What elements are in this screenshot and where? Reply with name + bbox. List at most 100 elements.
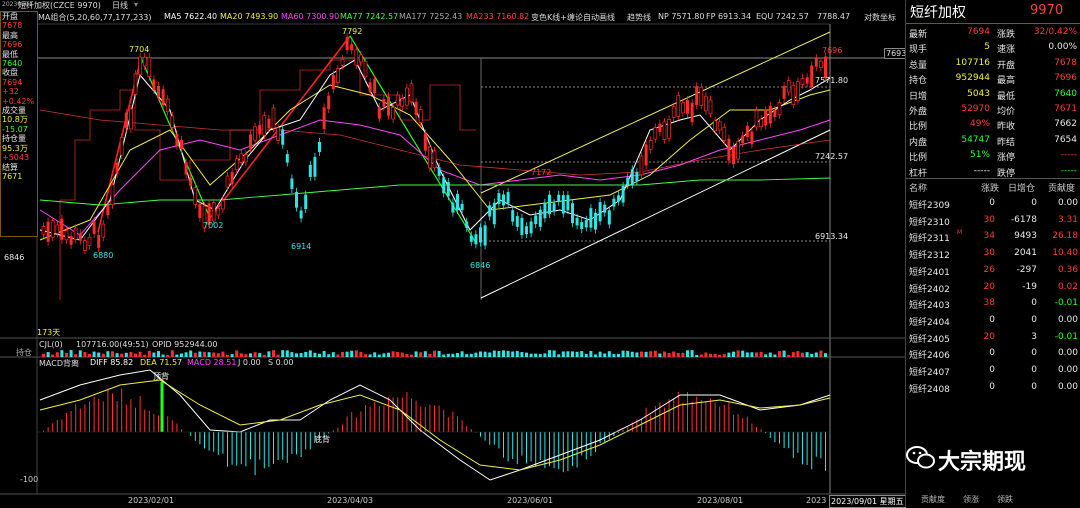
candle-body xyxy=(571,203,574,224)
table-row[interactable]: 短纤2310 30 -6178 3.31 xyxy=(906,213,1080,230)
volume-bar xyxy=(713,353,717,357)
volume-bar xyxy=(364,354,367,357)
table-row[interactable]: 短纤2312 30 2041 10.40 xyxy=(906,246,1080,263)
oi-cell: -19 xyxy=(1022,281,1037,292)
volume-bar xyxy=(566,351,570,357)
change-cell: 0 xyxy=(989,348,995,359)
candle-body xyxy=(41,226,46,235)
volume-indicator-label[interactable]: CJL(0) xyxy=(39,340,63,349)
volume-bar xyxy=(129,352,133,357)
candle-body xyxy=(331,74,335,90)
volume-bar xyxy=(51,354,55,357)
volume-bar xyxy=(295,353,298,357)
volume-bar xyxy=(414,351,418,357)
tab-contribution[interactable]: 贡献度 xyxy=(921,494,945,505)
candle-body xyxy=(456,193,459,211)
col-name[interactable]: 名称 xyxy=(909,181,927,194)
candle-body xyxy=(469,235,473,242)
tab-leading-up[interactable]: 领涨 xyxy=(963,494,979,505)
candle-body xyxy=(791,85,796,106)
volume-bar xyxy=(405,353,409,357)
candle-body xyxy=(511,210,515,222)
volume-bar xyxy=(101,353,105,357)
contrib-cell: 0.00 xyxy=(1057,381,1078,392)
oi-cell: -297 xyxy=(1016,264,1037,275)
oi-cell: 9493 xyxy=(1014,231,1037,242)
candle-body xyxy=(368,82,372,93)
contrib-cell: 0.00 xyxy=(1057,348,1078,359)
candle-body xyxy=(717,121,722,131)
volume-bar xyxy=(681,352,685,357)
table-row[interactable]: 短纤2309 0 0 0.00 xyxy=(906,196,1080,213)
change-cell: 38 xyxy=(983,298,995,309)
candle-body xyxy=(359,54,363,63)
col-contrib[interactable]: 贡献度 xyxy=(1048,181,1075,194)
col-oi[interactable]: 日增仓 xyxy=(1008,181,1035,194)
candle-body xyxy=(276,127,280,141)
volume-bar xyxy=(152,352,156,357)
volume-bar xyxy=(520,352,524,357)
volume-bar xyxy=(180,353,183,357)
quote-label: 比例 xyxy=(909,153,928,164)
change-cell: 20 xyxy=(983,281,995,292)
quote-label: 跌停 xyxy=(997,168,1016,179)
volume-bar xyxy=(791,352,795,357)
volume-bar xyxy=(653,350,657,357)
quote-panel: 短纤加权 9970 最新 7694 涨跌 32/0.42% 现手 5 速涨 0.00% 总量 10… xyxy=(905,0,1080,507)
volume-bar xyxy=(391,351,395,357)
candle-body xyxy=(465,221,469,228)
table-row[interactable]: 短纤2402 20 -19 0.02 xyxy=(906,280,1080,297)
watermark: 大宗期现 xyxy=(905,440,1080,480)
table-row[interactable]: 短纤2405 20 3 -0.01 xyxy=(906,330,1080,347)
macd-indicator-label[interactable]: MACD背离 xyxy=(39,358,79,369)
candle-body xyxy=(750,131,754,145)
contrib-cell: -0.01 xyxy=(1054,298,1078,309)
candle-body xyxy=(234,158,239,171)
col-change[interactable]: 涨跌 xyxy=(981,181,999,194)
contract-name: 短纤2401 xyxy=(909,267,950,278)
candle-body xyxy=(78,233,82,241)
date-label-3: 2023/06/01 xyxy=(507,496,554,505)
candle-body xyxy=(814,58,818,67)
volume-bar xyxy=(111,351,114,357)
volume-bar xyxy=(621,350,625,357)
volume-bar xyxy=(552,350,556,357)
volume-bar xyxy=(198,351,202,357)
volume-bar xyxy=(74,354,78,357)
volume-bar xyxy=(419,352,423,357)
table-row[interactable]: 短纤2401 26 -297 0.36 xyxy=(906,263,1080,280)
quote-row: 日增 5043 最低 7640 xyxy=(906,87,1080,103)
tab-leading-down[interactable]: 领跌 xyxy=(997,494,1013,505)
table-row[interactable]: 短纤2404 0 0 0.00 xyxy=(906,313,1080,330)
quote-row: 最新 7694 涨跌 32/0.42% xyxy=(906,25,1080,41)
kline-chart[interactable] xyxy=(0,0,905,507)
volume-bar xyxy=(350,350,354,357)
macd-axis-neg100: -100 xyxy=(20,475,39,484)
candle-body xyxy=(211,202,216,222)
candle-body xyxy=(580,222,584,230)
table-row[interactable]: 短纤2311 M 34 9493 26.18 xyxy=(906,229,1080,246)
left-info-item: 持仓量 xyxy=(2,134,26,144)
volume-bar xyxy=(474,352,478,357)
table-row[interactable]: 短纤2407 0 0 0.00 xyxy=(906,363,1080,380)
candle-body xyxy=(405,87,409,106)
volume-bar xyxy=(722,354,726,357)
candle-body xyxy=(796,81,800,101)
contrib-cell: 0.02 xyxy=(1057,281,1078,292)
table-row[interactable]: 短纤2408 0 0 0.00 xyxy=(906,380,1080,397)
volume-bar xyxy=(764,354,768,357)
candle-body xyxy=(423,133,427,151)
volume-bar xyxy=(327,354,331,357)
table-row[interactable]: 短纤2406 0 0 0.00 xyxy=(906,346,1080,363)
low-label-6880: 6880 xyxy=(93,251,114,260)
contract-name: 短纤2405 xyxy=(909,334,950,345)
candle-body xyxy=(340,58,345,66)
volume-bar xyxy=(557,354,561,357)
volume-bar xyxy=(727,352,731,357)
volume-bar xyxy=(506,350,510,357)
volume-bar xyxy=(166,354,170,357)
table-row[interactable]: 短纤2403 38 0 -0.01 xyxy=(906,296,1080,313)
contrib-cell: 0.00 xyxy=(1057,365,1078,375)
volume-bar xyxy=(483,351,487,357)
volume-bar xyxy=(97,352,101,357)
